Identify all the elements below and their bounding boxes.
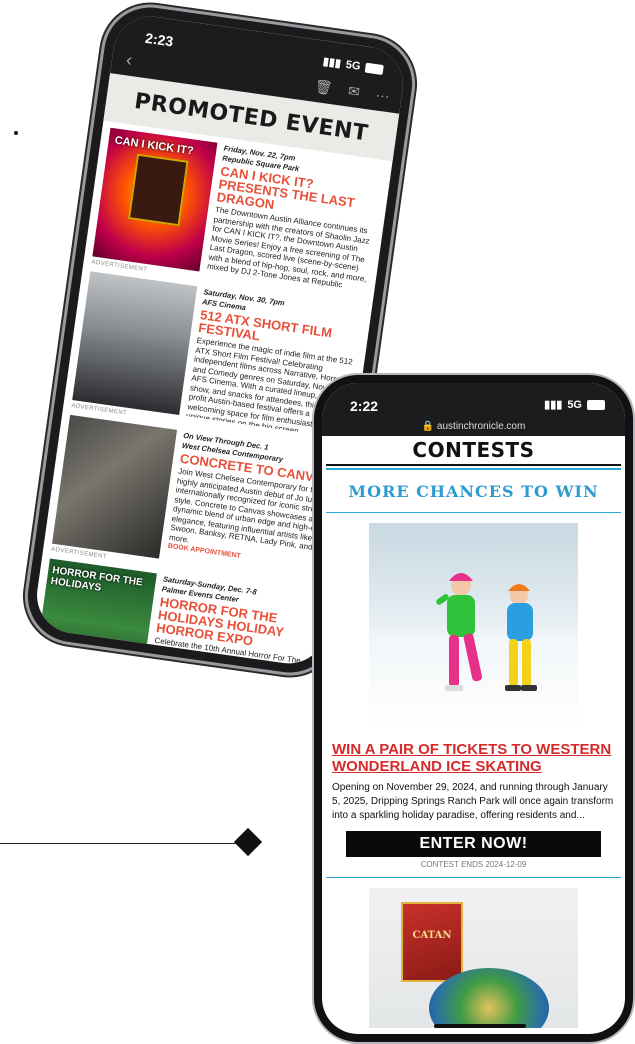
game-box: CATAN [401, 902, 463, 982]
event-image [52, 414, 178, 559]
decorative-line [0, 843, 248, 844]
signal-icon: ▮▮▮ [544, 399, 563, 411]
network-label: 5G [567, 398, 582, 411]
event-image-title: HORROR FOR THE HOLIDAYS [50, 564, 144, 594]
status-bar: ▮▮▮ 5G [322, 55, 384, 76]
more-icon[interactable]: ··· [374, 86, 391, 105]
battery-icon [364, 62, 384, 75]
battery-icon [587, 399, 605, 410]
event-text: Friday, Nov. 22, 7pm Republic Square Par… [206, 144, 384, 295]
event-image: HORROR FOR THE HOLIDAYS [32, 558, 157, 669]
section-title: MORE CHANCES TO WIN [326, 470, 621, 513]
url-text: austinchronicle.com [436, 421, 526, 432]
movie-poster [127, 153, 189, 227]
back-icon[interactable]: ‹ [125, 49, 134, 71]
page-title: CONTESTS [326, 436, 621, 466]
contest-title-link[interactable]: WIN A PAIR OF TICKETS TO WESTERN WONDERL… [332, 741, 615, 775]
divider [326, 877, 621, 878]
browser-status-bar: 2:22 ▮▮▮ 5G 🔒 austinchronicle.com [322, 383, 625, 436]
status-time: 2:23 [144, 29, 175, 50]
decorative-dot [14, 131, 18, 135]
event-image [72, 271, 198, 416]
contest-end-date: CONTEST ENDS 2024-12-09 [420, 860, 527, 869]
contest-image[interactable] [369, 523, 578, 733]
event-image: CAN I KICK IT? [92, 127, 218, 272]
next-contest-image[interactable]: CATAN [369, 888, 578, 1028]
enter-now-button[interactable]: ENTER NOW! [346, 831, 601, 857]
lock-icon: 🔒 [421, 421, 435, 432]
trash-icon[interactable]: 🗑 [314, 78, 334, 97]
url-bar[interactable]: 🔒 austinchronicle.com [322, 421, 625, 432]
browser-screen: 2:22 ▮▮▮ 5G 🔒 austinchronicle.com CONTES… [322, 383, 625, 1034]
signal-icon: ▮▮▮ [322, 55, 342, 71]
email-actions: 🗑 ✉ ··· [314, 78, 391, 105]
contest-description: Opening on November 29, 2024, and runnin… [332, 782, 614, 821]
phone-browser-view: 2:22 ▮▮▮ 5G 🔒 austinchronicle.com CONTES… [314, 375, 633, 1042]
network-label: 5G [345, 58, 362, 73]
skating-kids-illustration [436, 573, 537, 691]
mail-icon[interactable]: ✉ [347, 82, 361, 100]
event-image-title: CAN I KICK IT? [113, 134, 195, 158]
home-indicator[interactable] [434, 1024, 526, 1028]
game-box-title: CATAN [412, 930, 452, 941]
decorative-diamond [233, 827, 263, 857]
status-icons: ▮▮▮ 5G [544, 398, 605, 411]
status-time: 2:22 [350, 398, 379, 414]
